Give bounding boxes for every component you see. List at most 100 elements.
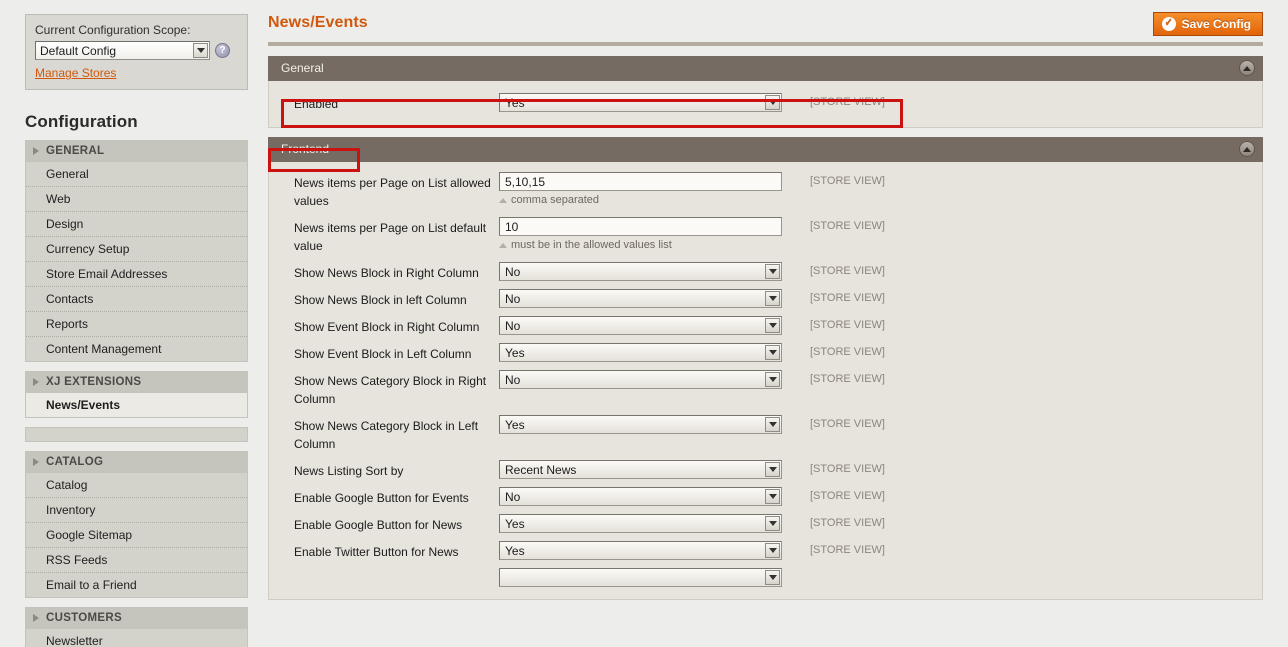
chevron-down-icon[interactable] — [765, 95, 780, 110]
field-label: Show Event Block in Right Column — [294, 320, 480, 334]
manage-stores-link[interactable]: Manage Stores — [35, 66, 116, 80]
sidebar-group-label: CATALOG — [46, 456, 104, 468]
sidebar-item-store-email-addresses[interactable]: Store Email Addresses — [26, 262, 247, 287]
field-scope-label: [STORE VIEW] — [810, 490, 885, 502]
field-scope-label: [STORE VIEW] — [810, 175, 885, 187]
field-control: No — [499, 316, 782, 335]
field-control: No — [499, 487, 782, 506]
sidebar-item-inventory[interactable]: Inventory — [26, 498, 247, 523]
magento-admin-config-page: Current Configuration Scope: Default Con… — [0, 0, 1288, 647]
section-header-general[interactable]: General — [268, 56, 1263, 81]
help-circle-icon[interactable]: ? — [215, 43, 230, 58]
field-label: News Listing Sort by — [294, 464, 404, 478]
chevron-up-icon[interactable] — [1239, 141, 1255, 157]
select-show-news-block-in-right-column[interactable]: No — [499, 262, 782, 281]
triangle-up-icon — [499, 197, 507, 203]
select-value: Recent News — [505, 463, 577, 477]
select-value: No — [505, 292, 521, 306]
scope-select[interactable]: Default Config — [35, 41, 210, 60]
sidebar-item-reports[interactable]: Reports — [26, 312, 247, 337]
sidebar-group-header-customers[interactable]: CUSTOMERS — [26, 608, 247, 629]
field-label: Enable Twitter Button for News — [294, 545, 459, 559]
section-body-frontend: News items per Page on List allowed valu… — [268, 162, 1263, 600]
field-scope-label: [STORE VIEW] — [810, 373, 885, 385]
chevron-down-icon[interactable] — [765, 372, 780, 387]
select-value: Yes — [505, 517, 525, 531]
sidebar-item-newsletter[interactable]: Newsletter — [26, 629, 247, 647]
sidebar-item-google-sitemap[interactable]: Google Sitemap — [26, 523, 247, 548]
chevron-down-icon[interactable] — [193, 43, 208, 58]
chevron-down-icon[interactable] — [765, 345, 780, 360]
field-label: Enabled — [294, 97, 339, 111]
sidebar-item-web[interactable]: Web — [26, 187, 247, 212]
triangle-up-icon — [499, 242, 507, 248]
select-field[interactable] — [499, 568, 782, 587]
save-config-button[interactable]: ✓ Save Config — [1152, 12, 1263, 36]
scope-select-value: Default Config — [40, 44, 117, 58]
chevron-down-icon[interactable] — [765, 462, 780, 477]
main-content: News/Events ✓ Save Config General Enabled… — [268, 12, 1263, 600]
save-config-label: Save Config — [1181, 17, 1251, 31]
select-enable-google-button-for-news[interactable]: Yes — [499, 514, 782, 533]
field-row: News items per Page on List default valu… — [269, 217, 1262, 255]
sidebar-group-label: CUSTOMERS — [46, 612, 122, 624]
sidebar-group-header-general[interactable]: GENERAL — [26, 141, 247, 162]
sidebar-item-general[interactable]: General — [26, 162, 247, 187]
chevron-down-icon[interactable] — [765, 291, 780, 306]
select-show-news-category-block-in-right-column[interactable]: No — [499, 370, 782, 389]
sidebar-item-news-events[interactable]: News/Events — [26, 393, 247, 418]
check-circle-icon: ✓ — [1161, 17, 1176, 31]
select-value: No — [505, 265, 521, 279]
sidebar-item-catalog[interactable]: Catalog — [26, 473, 247, 498]
sidebar-item-currency-setup[interactable]: Currency Setup — [26, 237, 247, 262]
sidebar-item-design[interactable]: Design — [26, 212, 247, 237]
field-hint: must be in the allowed values list — [499, 239, 782, 251]
select-value: No — [505, 319, 521, 333]
select-value: Yes — [505, 544, 525, 558]
select-enabled[interactable]: Yes — [499, 93, 782, 112]
page-title-configuration: Configuration — [25, 112, 138, 131]
chevron-down-icon[interactable] — [765, 570, 780, 585]
field-control: No — [499, 289, 782, 308]
field-scope-label: [STORE VIEW] — [810, 292, 885, 304]
input-news-items-per-page-on-list-allowed-values[interactable] — [499, 172, 782, 191]
chevron-down-icon[interactable] — [765, 516, 780, 531]
input-news-items-per-page-on-list-default-value[interactable] — [499, 217, 782, 236]
sidebar-group-header-xj-extensions[interactable]: XJ EXTENSIONS — [26, 372, 247, 393]
chevron-down-icon[interactable] — [765, 543, 780, 558]
chevron-down-icon[interactable] — [765, 318, 780, 333]
field-hint: comma separated — [499, 194, 782, 206]
select-enable-twitter-button-for-news[interactable]: Yes — [499, 541, 782, 560]
select-news-listing-sort-by[interactable]: Recent News — [499, 460, 782, 479]
field-control: Yes — [499, 343, 782, 362]
sidebar-group-label: GENERAL — [46, 145, 105, 157]
select-show-event-block-in-left-column[interactable]: Yes — [499, 343, 782, 362]
chevron-down-icon[interactable] — [765, 264, 780, 279]
field-hint-text: must be in the allowed values list — [511, 239, 672, 251]
sidebar-group-general: GENERAL General Web Design Currency Setup Sto… — [25, 140, 248, 362]
section-title: General — [281, 61, 324, 75]
select-value: No — [505, 373, 521, 387]
sidebar-nav: GENERAL General Web Design Currency Setup Sto… — [25, 140, 248, 647]
field-row: Show Event Block in Left Column Yes [STORE… — [269, 343, 1262, 363]
sidebar-item-email-to-a-friend[interactable]: Email to a Friend — [26, 573, 247, 598]
field-row: Enable Twitter Button for News Yes [STORE … — [269, 541, 1262, 561]
select-show-event-block-in-right-column[interactable]: No — [499, 316, 782, 335]
sidebar-item-content-management[interactable]: Content Management — [26, 337, 247, 362]
chevron-down-icon[interactable] — [765, 489, 780, 504]
sidebar-item-rss-feeds[interactable]: RSS Feeds — [26, 548, 247, 573]
chevron-up-icon[interactable] — [1239, 60, 1255, 76]
sidebar-group-header-catalog[interactable]: CATALOG — [26, 452, 247, 473]
section-body-general: Enabled Yes [STORE VIEW] — [268, 81, 1263, 128]
sidebar-item-contacts[interactable]: Contacts — [26, 287, 247, 312]
chevron-right-icon — [33, 378, 39, 386]
select-show-news-category-block-in-left-column[interactable]: Yes — [499, 415, 782, 434]
header-divider — [268, 42, 1263, 46]
select-enable-google-button-for-events[interactable]: No — [499, 487, 782, 506]
section-header-frontend[interactable]: Frontend — [268, 137, 1263, 162]
select-show-news-block-in-left-column[interactable]: No — [499, 289, 782, 308]
field-label: Show Event Block in Left Column — [294, 347, 472, 361]
field-label: Show News Category Block in Right Column — [294, 374, 487, 406]
chevron-down-icon[interactable] — [765, 417, 780, 432]
field-row: Enable Google Button for Events No [STORE … — [269, 487, 1262, 507]
